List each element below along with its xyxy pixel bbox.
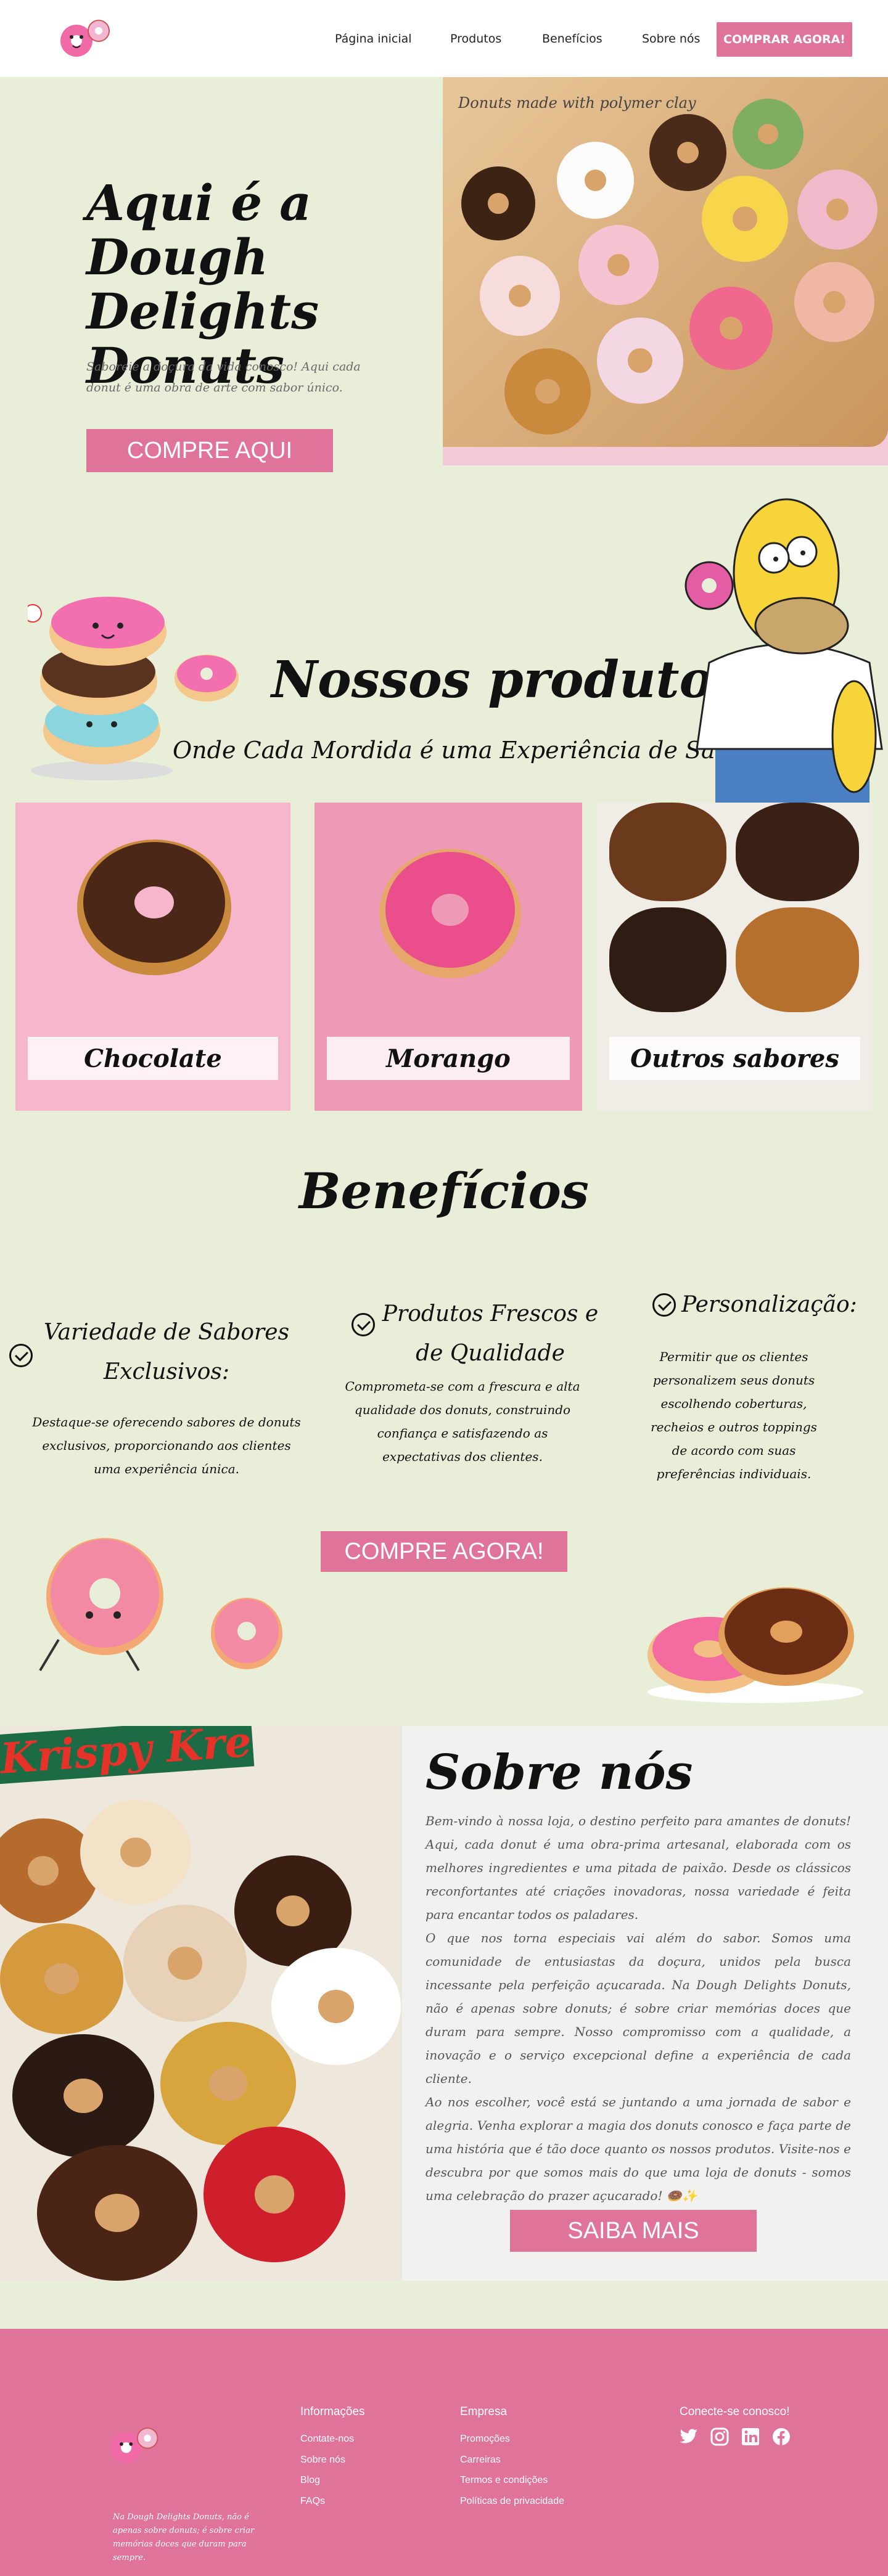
footer-company-heading: Empresa [460, 2405, 508, 2418]
benefit-text: Permitir que os clientes personalizem se… [651, 1349, 817, 1481]
about-section: Krispy Kreme Sobre nós Bem-vindo à nossa… [0, 1726, 888, 2281]
donut-box-photo: Krispy Kreme [0, 1726, 402, 2281]
check-circle-icon [352, 1313, 375, 1336]
two-donuts-illustration-icon [648, 1587, 863, 1703]
site-footer: Na Dough Delights Donuts, não é apenas s… [0, 2329, 888, 2576]
hero-subtitle: Saboreie a doçura da vida conosco! Aqui … [86, 360, 361, 395]
homer-simpson-illustration-icon [684, 498, 883, 804]
footer-link-about[interactable]: Sobre nós [300, 2455, 345, 2466]
product-card-strawberry[interactable]: Morango [314, 803, 582, 1111]
product-card-other-flavors[interactable]: Outros sabores [597, 803, 873, 1111]
footer-description: Na Dough Delights Donuts, não é apenas s… [113, 2513, 255, 2562]
check-circle-icon [652, 1293, 676, 1317]
product-card-chocolate[interactable]: Chocolate [15, 803, 290, 1111]
benefit-text: Destaque-se oferecendo sabores de donuts… [32, 1415, 301, 1476]
hero-buy-button[interactable]: COMPRE AQUI [86, 429, 333, 472]
stacked-donuts-illustration-icon [28, 597, 173, 780]
footer-link-terms[interactable]: Termos e condições [460, 2475, 548, 2486]
product-card-label: Chocolate [28, 1037, 278, 1080]
donut-photo-piece [609, 907, 726, 1012]
nav-home[interactable]: Página inicial [335, 32, 412, 46]
instagram-icon[interactable] [709, 2426, 730, 2447]
site-header: Página inicial Produtos Benefícios Sobre… [0, 0, 888, 77]
check-circle-icon [9, 1344, 33, 1367]
facebook-icon[interactable] [771, 2426, 792, 2447]
page: Página inicial Produtos Benefícios Sobre… [0, 0, 888, 2576]
footer-link-blog[interactable]: Blog [300, 2475, 320, 2486]
products-title: Nossos produtos [271, 650, 742, 709]
linkedin-icon[interactable] [740, 2426, 761, 2447]
about-paragraph: Bem-vindo à nossa loja, o destino perfei… [426, 1813, 851, 1922]
benefit-heading: Produtos Frescos e de Qualidade [382, 1301, 599, 1366]
footer-info-heading: Informações [300, 2405, 365, 2418]
donut-photo-piece [736, 803, 859, 901]
product-card-label: Morango [327, 1037, 570, 1080]
about-text: Bem-vindo à nossa loja, o destino perfei… [426, 1809, 851, 2207]
nav-products[interactable]: Produtos [450, 32, 501, 46]
donut-logo-icon[interactable] [56, 12, 117, 62]
about-paragraph: O que nos torna especiais vai além do sa… [426, 1931, 851, 2086]
donut-board-image: Donuts made with polymer clay [443, 77, 888, 447]
nav-about[interactable]: Sobre nós [642, 32, 700, 46]
about-content: Sobre nós Bem-vindo à nossa loja, o dest… [402, 1726, 888, 2281]
small-donut-illustration-icon [175, 655, 239, 701]
footer-link-privacy[interactable]: Políticas de privacidade [460, 2496, 564, 2507]
product-card-label: Outros sabores [609, 1037, 860, 1080]
about-title: Sobre nós [426, 1744, 693, 1801]
footer-connect-heading: Conecte-se conosco! [680, 2405, 790, 2418]
hero-image-caption: Donuts made with polymer clay [458, 94, 696, 112]
benefits-buy-button[interactable]: COMPRE AGORA! [321, 1531, 567, 1572]
dancing-donuts-illustration-icon [39, 1538, 282, 1672]
footer-link-promotions[interactable]: Promoções [460, 2434, 510, 2445]
chocolate-donut-icon [77, 840, 231, 975]
strawberry-donut-icon [379, 849, 521, 978]
footer-link-faqs[interactable]: FAQs [300, 2496, 325, 2507]
footer-link-careers[interactable]: Carreiras [460, 2455, 501, 2466]
benefit-text: Comprometa-se com a frescura e alta qual… [345, 1379, 580, 1464]
benefits-title: Benefícios [299, 1162, 589, 1220]
buy-now-button[interactable]: COMPRAR AGORA! [717, 22, 852, 57]
about-paragraph: Ao nos escolher, você está se juntando a… [426, 2095, 851, 2203]
footer-link-contact[interactable]: Contate-nos [300, 2434, 354, 2445]
donut-photo-piece [736, 907, 859, 1012]
learn-more-button[interactable]: SAIBA MAIS [510, 2210, 757, 2252]
footer-donut-logo-icon[interactable] [106, 2420, 165, 2468]
nav-benefits[interactable]: Benefícios [542, 32, 602, 46]
donut-photo-piece [609, 803, 726, 901]
hero-image: Donuts made with polymer clay [443, 77, 888, 465]
benefit-heading: Personalização: [681, 1292, 857, 1317]
twitter-icon[interactable] [678, 2426, 699, 2447]
benefit-heading: Variedade de Sabores Exclusivos: [43, 1320, 290, 1384]
